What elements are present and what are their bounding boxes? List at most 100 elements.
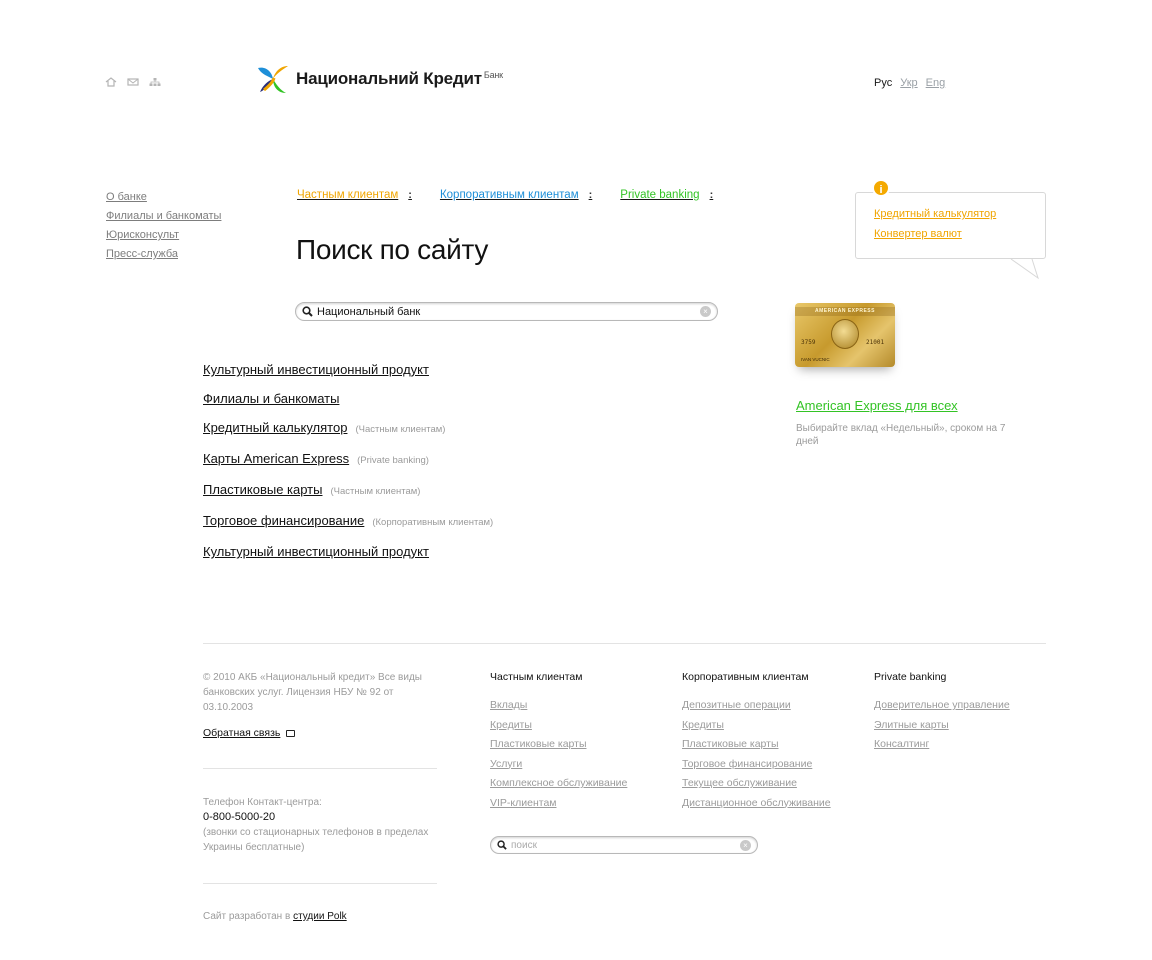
window-icon [286, 729, 296, 737]
footer-column-title: Private banking [874, 671, 947, 683]
list-item: Культурный инвестиционный продукт [203, 543, 493, 561]
footer-search-input[interactable] [511, 839, 740, 851]
credits-prefix: Сайт разработан в [203, 911, 291, 922]
bank-logo[interactable]: Национальний Кредит Банк [256, 62, 503, 96]
utility-icons [105, 77, 161, 87]
list-item: Кредитный калькулятор (Частным клиентам) [203, 419, 493, 439]
studio-link[interactable]: студии Polk [293, 911, 347, 922]
search-icon [302, 306, 313, 317]
credit-calculator-link[interactable]: Кредитный калькулятор [874, 208, 996, 220]
tab-corporate[interactable]: Корпоративным клиентам : [440, 189, 592, 201]
footer-divider [203, 883, 437, 884]
left-nav-press[interactable]: Пресс-служба [106, 248, 221, 261]
result-link[interactable]: Филиалы и банкоматы [203, 390, 339, 408]
info-icon: i [872, 179, 890, 197]
credits: Сайт разработан в студии Polk [203, 911, 347, 922]
card-holder-name: IVAN VUCNIC [801, 357, 830, 362]
footer-column-corporate: Корпоративным клиентам Депозитные операц… [682, 671, 831, 816]
search-results: Культурный инвестиционный продукт Филиал… [203, 361, 493, 561]
card-number-right: 21001 [866, 339, 885, 346]
search-icon [497, 840, 507, 850]
lang-ru[interactable]: Рус [874, 77, 892, 89]
footer-column-individual: Частным клиентам Вклады Кредиты Пластико… [490, 671, 627, 816]
footer-link[interactable]: Депозитные операции [682, 699, 831, 712]
result-link[interactable]: Кредитный калькулятор [203, 419, 347, 437]
result-category: (Private banking) [357, 455, 429, 466]
tab-individual[interactable]: Частным клиентам : [297, 189, 412, 201]
contact-block: Телефон Контакт-центра: 0-800-5000-20 (з… [203, 795, 443, 855]
footer-link[interactable]: Пластиковые карты [490, 738, 627, 751]
list-item: Филиалы и банкоматы [203, 390, 493, 408]
result-link[interactable]: Карты American Express [203, 450, 349, 468]
card-brand: AMERICAN EXPRESS [795, 307, 895, 316]
footer-link[interactable]: Услуги [490, 758, 627, 771]
copyright: © 2010 АКБ «Национальный кредит» Все вид… [203, 672, 422, 713]
tab-corporate-label[interactable]: Корпоративным клиентам [440, 189, 579, 201]
list-item: Культурный инвестиционный продукт [203, 361, 493, 379]
footer-column-title: Частным клиентам [490, 671, 583, 683]
logo-superscript: Банк [483, 70, 503, 80]
phone-number: 0-800-5000-20 [203, 811, 276, 823]
footer-column-title: Корпоративным клиентам [682, 671, 809, 683]
home-icon[interactable] [105, 77, 117, 87]
footer-link[interactable]: Комплексное обслуживание [490, 777, 627, 790]
tab-individual-menu-icon[interactable]: : [408, 189, 412, 201]
site-search[interactable]: × [295, 302, 718, 321]
result-category: (Частным клиентам) [355, 424, 446, 435]
footer-search[interactable]: × [490, 836, 758, 854]
search-input[interactable] [317, 305, 700, 318]
left-nav: О банке Филиалы и банкоматы Юрисконсульт… [106, 191, 221, 261]
result-link[interactable]: Культурный инвестиционный продукт [203, 543, 429, 561]
left-nav-branches[interactable]: Филиалы и банкоматы [106, 210, 221, 223]
footer-link[interactable]: Кредиты [682, 719, 831, 732]
promo-description: Выбирайте вклад «Недельный», сроком на 7… [796, 423, 1006, 447]
phone-label: Телефон Контакт-центра: [203, 797, 322, 808]
logo-mark-icon [258, 66, 288, 93]
clear-search-icon[interactable]: × [740, 839, 751, 851]
left-nav-about[interactable]: О банке [106, 191, 221, 204]
clear-search-icon[interactable]: × [700, 306, 711, 317]
amex-card-image[interactable]: AMERICAN EXPRESS 3759 21001 IVAN VUCNIC [795, 303, 895, 367]
list-item: Торговое финансирование (Корпоративным к… [203, 512, 493, 532]
footer-link[interactable]: Пластиковые карты [682, 738, 831, 751]
list-item: Пластиковые карты (Частным клиентам) [203, 481, 493, 501]
language-switcher: Рус Укр Eng [874, 77, 945, 89]
footer-link[interactable]: Консалтинг [874, 738, 1010, 751]
result-link[interactable]: Пластиковые карты [203, 481, 322, 499]
client-tabs: Частным клиентам : Корпоративным клиента… [297, 189, 713, 201]
phone-note: (звонки со стационарных телефонов в пред… [203, 827, 429, 853]
result-category: (Корпоративным клиентам) [372, 517, 494, 528]
footer-link[interactable]: Доверительное управление [874, 699, 1010, 712]
lang-en[interactable]: Eng [926, 77, 946, 89]
card-number-left: 3759 [801, 339, 816, 346]
mail-icon[interactable] [127, 77, 139, 87]
feedback-link[interactable]: Обратная связь [203, 727, 280, 739]
callout-links: Кредитный калькулятор Конвертер валют [874, 208, 996, 240]
footer-link[interactable]: Текущее обслуживание [682, 777, 831, 790]
footer-link[interactable]: Дистанционное обслуживание [682, 797, 831, 810]
tab-individual-label[interactable]: Частным клиентам [297, 189, 398, 201]
result-category: (Частным клиентам) [330, 486, 421, 497]
tab-private-label[interactable]: Private banking [620, 189, 699, 201]
feedback: Обратная связь [203, 727, 296, 739]
card-centurion-icon [831, 319, 859, 349]
tab-private[interactable]: Private banking : [620, 189, 713, 201]
tab-corporate-menu-icon[interactable]: : [589, 189, 593, 201]
lang-uk[interactable]: Укр [900, 77, 917, 89]
footer-link[interactable]: Элитные карты [874, 719, 1010, 732]
footer-link[interactable]: Вклады [490, 699, 627, 712]
callout-tail [1010, 258, 1039, 280]
footer-link[interactable]: Кредиты [490, 719, 627, 732]
footer-column-private: Private banking Доверительное управление… [874, 671, 1010, 758]
result-link[interactable]: Культурный инвестиционный продукт [203, 361, 429, 379]
page-title: Поиск по сайту [296, 234, 489, 265]
result-link[interactable]: Торговое финансирование [203, 512, 364, 530]
left-nav-legal[interactable]: Юрисконсульт [106, 229, 221, 242]
footer-divider [203, 643, 1046, 644]
tab-private-menu-icon[interactable]: : [710, 189, 714, 201]
promo-title-link[interactable]: American Express для всех [796, 398, 958, 413]
footer-link[interactable]: Торговое финансирование [682, 758, 831, 771]
footer-link[interactable]: VIP-клиентам [490, 797, 627, 810]
currency-converter-link[interactable]: Конвертер валют [874, 228, 996, 240]
sitemap-icon[interactable] [149, 77, 161, 87]
